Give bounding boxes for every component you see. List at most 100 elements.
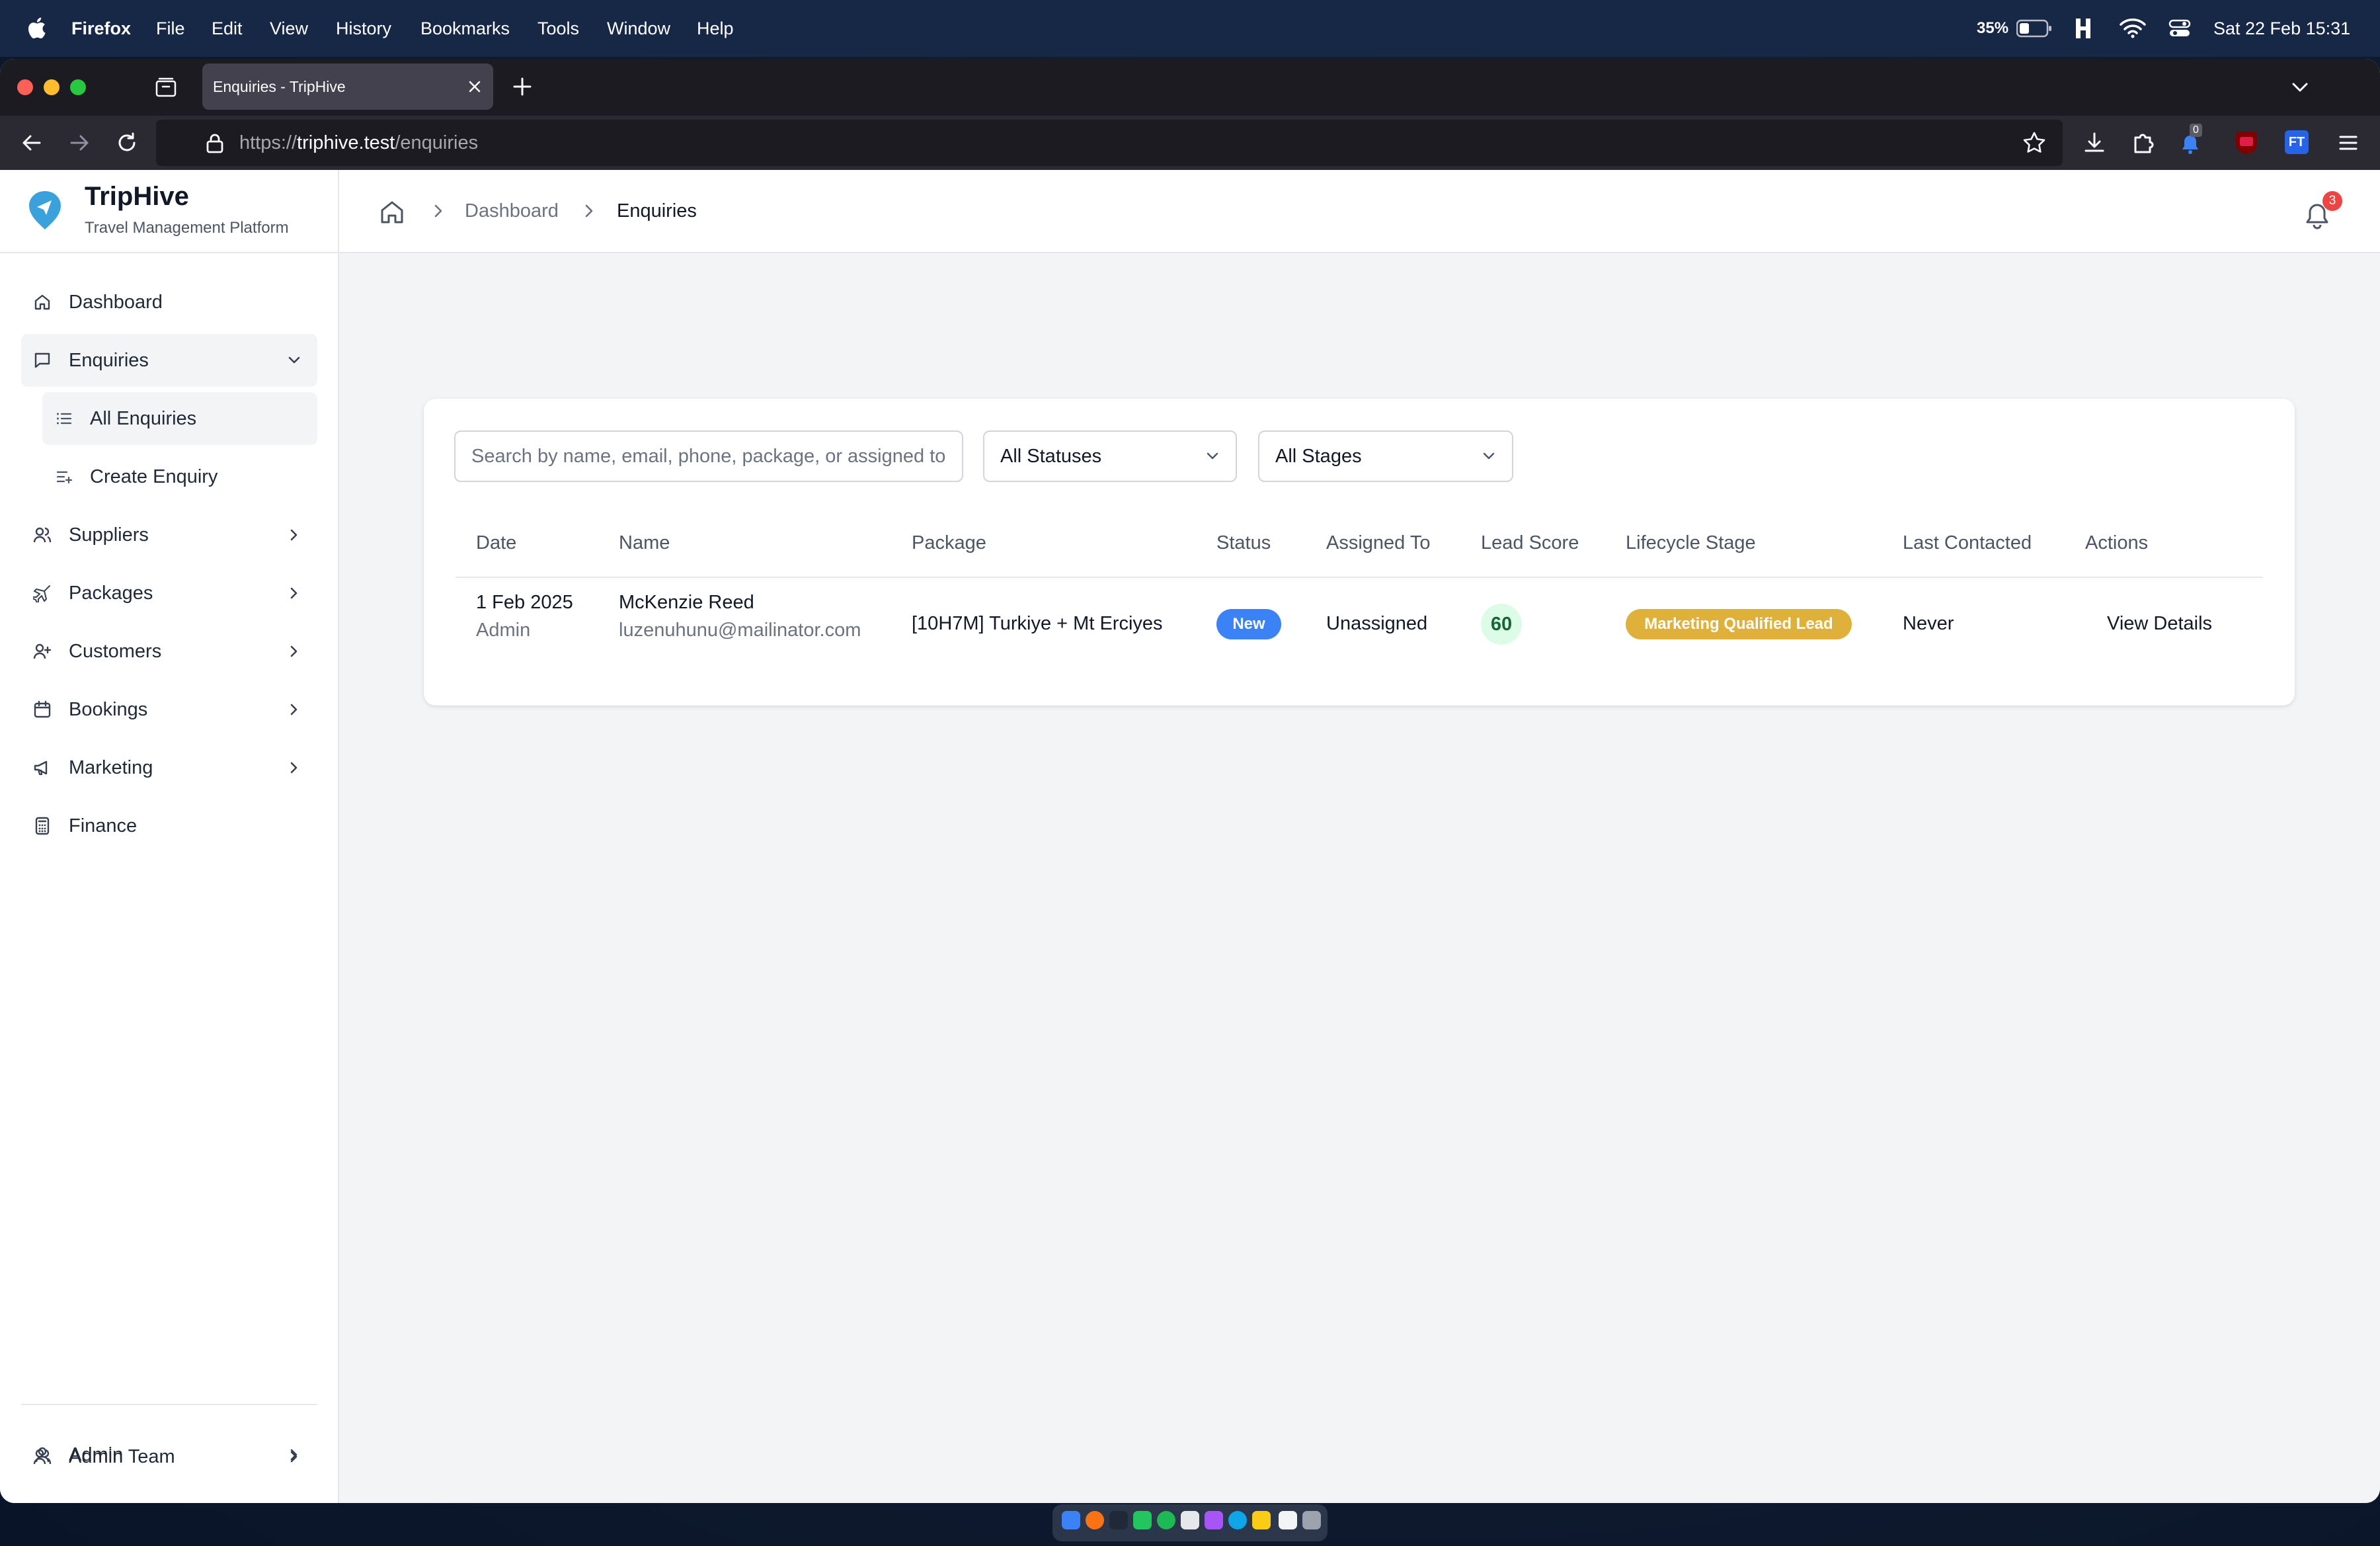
column-header-assigned-to[interactable]: Assigned To bbox=[1326, 532, 1430, 554]
column-header-package[interactable]: Package bbox=[912, 532, 986, 554]
column-header-lifecycle-stage[interactable]: Lifecycle Stage bbox=[1626, 532, 1756, 554]
list-all-tabs-icon[interactable] bbox=[2289, 76, 2311, 99]
sidebar-item-admin-clip bbox=[21, 1488, 317, 1503]
status-filter-select[interactable]: All Statuses bbox=[983, 430, 1237, 482]
finder-dock-icon[interactable] bbox=[1062, 1511, 1080, 1529]
sidebar-item-bookings[interactable]: Bookings bbox=[21, 683, 317, 736]
table-header-divider bbox=[456, 577, 2263, 578]
menu-edit[interactable]: Edit bbox=[212, 0, 243, 57]
list-icon bbox=[57, 413, 72, 425]
notifier-extension-icon[interactable]: 0 bbox=[2179, 124, 2205, 155]
sidebar-subitem-label: All Enquiries bbox=[90, 408, 197, 429]
spotify-dock-icon[interactable] bbox=[1157, 1511, 1175, 1529]
lead-score-badge: 60 bbox=[1481, 604, 1522, 645]
search-field[interactable] bbox=[454, 430, 963, 482]
chevron-down-icon bbox=[1207, 452, 1218, 460]
minimize-window-button[interactable] bbox=[44, 79, 60, 95]
close-window-button[interactable] bbox=[17, 79, 33, 95]
extensions-puzzle-icon[interactable] bbox=[2129, 128, 2158, 157]
sidebar-item-admin[interactable]: Admin bbox=[21, 1428, 317, 1481]
column-header-lead-score[interactable]: Lead Score bbox=[1481, 532, 1579, 554]
zoom-window-button[interactable] bbox=[70, 79, 86, 95]
editor-dock-icon[interactable] bbox=[1181, 1511, 1199, 1529]
column-header-name[interactable]: Name bbox=[619, 532, 670, 554]
chevron-right-icon bbox=[290, 645, 298, 657]
menu-help[interactable]: Help bbox=[697, 0, 734, 57]
sidebar-item-packages[interactable]: Packages bbox=[21, 567, 317, 620]
firefox-dock-icon[interactable] bbox=[1086, 1511, 1104, 1529]
sidebar-item-dashboard[interactable]: Dashboard bbox=[21, 276, 317, 329]
sidebar-item-marketing[interactable]: Marketing bbox=[21, 741, 317, 794]
sidebar-item-customers[interactable]: Customers bbox=[21, 625, 317, 678]
notes-dock-icon[interactable] bbox=[1252, 1511, 1271, 1529]
bookmark-star-icon[interactable] bbox=[2022, 130, 2047, 155]
tab-enquiries[interactable]: Enquiries - TripHive bbox=[202, 63, 493, 110]
url-text[interactable]: https://triphive.test/enquiries bbox=[239, 120, 478, 166]
sidebar-subitem-create-enquiry[interactable]: Create Enquiry bbox=[42, 450, 317, 503]
profile-extension-icon[interactable]: FT bbox=[2285, 130, 2309, 154]
lifecycle-stage-badge: Marketing Qualified Lead bbox=[1626, 609, 1852, 639]
search-input[interactable] bbox=[456, 432, 962, 481]
control-center-icon[interactable] bbox=[2168, 19, 2191, 38]
sidebar-item-finance[interactable]: Finance bbox=[21, 799, 317, 852]
triphive-logo-icon[interactable] bbox=[25, 187, 65, 233]
brand-title[interactable]: TripHive bbox=[85, 182, 189, 212]
tab-title: Enquiries - TripHive bbox=[213, 78, 346, 95]
home-icon[interactable] bbox=[379, 199, 405, 225]
menu-bookmarks[interactable]: Bookmarks bbox=[420, 0, 510, 57]
wifi-icon[interactable] bbox=[2120, 17, 2146, 38]
menu-view[interactable]: View bbox=[270, 0, 308, 57]
macos-menubar: Firefox File Edit View History Bookmarks… bbox=[0, 0, 2380, 57]
column-header-status[interactable]: Status bbox=[1216, 532, 1271, 554]
lock-icon[interactable] bbox=[204, 132, 226, 154]
document-dock-icon[interactable] bbox=[1279, 1511, 1297, 1529]
tab-overview-icon[interactable] bbox=[155, 76, 177, 99]
h-app-icon[interactable] bbox=[2073, 17, 2093, 40]
calculator-icon bbox=[35, 817, 50, 835]
column-header-actions: Actions bbox=[2085, 532, 2149, 553]
row-package: [10H7M] Turkiye + Mt Erciyes bbox=[912, 613, 1163, 634]
ublock-origin-icon[interactable] bbox=[2236, 132, 2257, 154]
menubar-datetime[interactable]: Sat 22 Feb 15:31 bbox=[2213, 0, 2350, 57]
back-icon[interactable] bbox=[17, 128, 46, 157]
browser-window: Enquiries - TripHive https://triphive.te… bbox=[0, 59, 2380, 1503]
menu-window[interactable]: Window bbox=[607, 0, 670, 57]
apple-icon[interactable] bbox=[26, 16, 46, 40]
sidebar-subitem-all-enquiries[interactable]: All Enquiries bbox=[42, 392, 317, 445]
sidebar-item-label: Enquiries bbox=[69, 350, 149, 371]
sidebar-item-suppliers[interactable]: Suppliers bbox=[21, 509, 317, 561]
stage-filter-select[interactable]: All Stages bbox=[1258, 430, 1513, 482]
browser-dock-icon[interactable] bbox=[1228, 1511, 1247, 1529]
trash-dock-icon[interactable] bbox=[1302, 1511, 1321, 1529]
row-created-by: Admin bbox=[476, 620, 531, 641]
forward-icon[interactable] bbox=[65, 128, 94, 157]
notification-count-badge: 3 bbox=[2322, 191, 2342, 211]
column-header-last-contacted[interactable]: Last Contacted bbox=[1903, 532, 2032, 554]
menu-history[interactable]: History bbox=[336, 0, 391, 57]
app-dock-icon[interactable] bbox=[1109, 1511, 1128, 1529]
new-tab-icon[interactable] bbox=[510, 75, 534, 99]
downloads-icon[interactable] bbox=[2080, 128, 2109, 157]
sidebar-item-label: Marketing bbox=[69, 757, 153, 778]
list-plus-icon bbox=[56, 471, 73, 484]
close-tab-icon[interactable] bbox=[463, 75, 487, 99]
sidebar-item-label: Dashboard bbox=[69, 292, 163, 313]
slack-dock-icon[interactable] bbox=[1205, 1511, 1223, 1529]
sidebar-item-enquiries[interactable]: Enquiries bbox=[21, 334, 317, 387]
menu-tools[interactable]: Tools bbox=[537, 0, 579, 57]
breadcrumb-dashboard[interactable]: Dashboard bbox=[465, 170, 559, 252]
whatsapp-dock-icon[interactable] bbox=[1133, 1511, 1152, 1529]
reload-icon[interactable] bbox=[112, 128, 141, 157]
menu-app-name[interactable]: Firefox bbox=[71, 0, 131, 57]
sidebar-item-label: Bookings bbox=[69, 699, 148, 720]
menu-file[interactable]: File bbox=[156, 0, 185, 57]
column-header-date[interactable]: Date bbox=[476, 532, 516, 554]
hamburger-menu-icon[interactable] bbox=[2334, 128, 2363, 157]
sidebar-item-label: Admin bbox=[69, 1444, 124, 1465]
view-details-link[interactable]: View Details bbox=[2107, 613, 2212, 635]
address-bar[interactable]: https://triphive.test/enquiries bbox=[156, 120, 2063, 166]
row-date: 1 Feb 2025 bbox=[476, 592, 573, 613]
notifications-button[interactable]: 3 bbox=[2295, 191, 2342, 233]
battery-icon[interactable] bbox=[2016, 19, 2052, 38]
stage-filter-value: All Stages bbox=[1275, 446, 1362, 467]
